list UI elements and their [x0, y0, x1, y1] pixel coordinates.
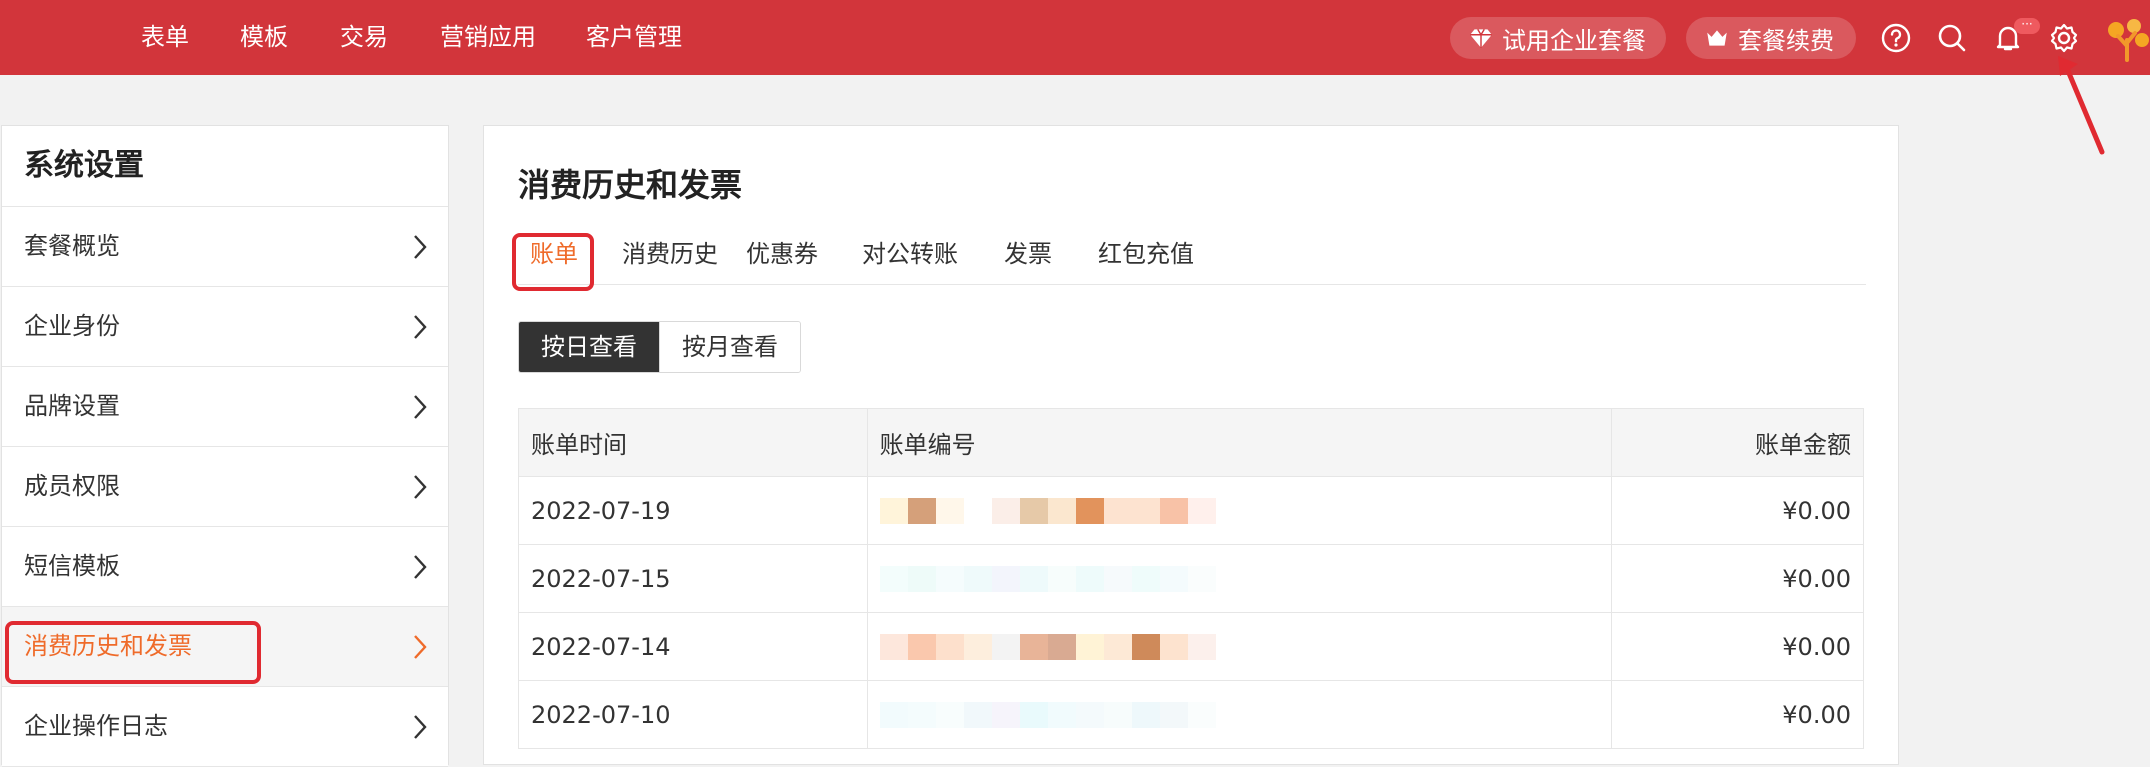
sidebar-item-label: 品牌设置	[24, 392, 120, 420]
view-by-month-button[interactable]: 按月查看	[659, 322, 800, 372]
sidebar-item-member-permissions[interactable]: 成员权限	[2, 447, 448, 527]
bill-amount: ¥0.00	[1611, 612, 1864, 681]
nav-item-customer-management[interactable]: 客户管理	[586, 0, 682, 75]
diamond-icon	[1470, 28, 1492, 48]
nav-item-templates[interactable]: 模板	[240, 0, 288, 75]
sidebar-item-operation-log[interactable]: 企业操作日志	[2, 687, 448, 767]
chevron-right-icon	[414, 395, 427, 419]
bill-number-redacted	[866, 680, 1613, 749]
sidebar-item-sms-templates[interactable]: 短信模板	[2, 527, 448, 607]
chevron-right-icon	[414, 635, 427, 659]
trial-plan-label: 试用企业套餐	[1502, 26, 1646, 55]
sidebar-item-label: 套餐概览	[24, 232, 120, 260]
table-row[interactable]: 2022-07-14 ¥0.00	[518, 612, 1864, 681]
sidebar-highlight-box	[5, 621, 261, 684]
table-row[interactable]: 2022-07-19 ¥0.00	[518, 476, 1864, 545]
bill-date: 2022-07-15	[518, 544, 868, 613]
view-by-day-button[interactable]: 按日查看	[519, 322, 659, 372]
sidebar-item-enterprise-identity[interactable]: 企业身份	[2, 287, 448, 367]
sidebar-item-plan-overview[interactable]: 套餐概览	[2, 207, 448, 287]
bill-amount: ¥0.00	[1611, 544, 1864, 613]
top-navbar: 表单 模板 交易 营销应用 客户管理 试用企业套餐 套餐续费 ···	[0, 0, 2150, 75]
sidebar-item-label: 短信模板	[24, 552, 120, 580]
arrow-icon	[2058, 56, 2105, 155]
sidebar-item-label: 企业操作日志	[24, 712, 168, 740]
avatar[interactable]	[2104, 16, 2150, 62]
nav-item-transactions[interactable]: 交易	[340, 0, 388, 75]
tab-coupons[interactable]: 优惠券	[746, 234, 818, 274]
chevron-right-icon	[414, 475, 427, 499]
billing-tabs: 账单 消费历史 优惠券 对公转账 发票 红包充值	[518, 234, 1866, 285]
bill-number-redacted	[866, 544, 1613, 613]
bill-amount: ¥0.00	[1611, 476, 1864, 545]
renew-plan-button[interactable]: 套餐续费	[1686, 17, 1856, 59]
renew-plan-label: 套餐续费	[1738, 26, 1834, 55]
notification-badge: ···	[2014, 18, 2040, 34]
tab-invoices[interactable]: 发票	[1004, 234, 1052, 274]
bill-number-redacted	[866, 476, 1613, 545]
column-header-bill-number: 账单编号	[866, 408, 1613, 477]
table-row[interactable]: 2022-07-10 ¥0.00	[518, 680, 1864, 749]
bill-date: 2022-07-10	[518, 680, 868, 749]
column-header-bill-amount: 账单金额	[1611, 408, 1864, 477]
search-icon[interactable]	[1936, 22, 1968, 54]
view-toggle: 按日查看 按月查看	[518, 321, 801, 373]
page-title: 消费历史和发票	[518, 166, 743, 204]
bill-table: 账单时间 账单编号 账单金额 2022-07-19 ¥0.00 2022-07-…	[518, 408, 1864, 749]
table-row[interactable]: 2022-07-15 ¥0.00	[518, 544, 1864, 613]
bill-date: 2022-07-14	[518, 612, 868, 681]
billing-panel: 消费历史和发票 账单 消费历史 优惠券 对公转账 发票 红包充值 按日查看 按月…	[483, 125, 1899, 765]
crown-icon	[1707, 30, 1727, 46]
sidebar-item-label: 企业身份	[24, 312, 120, 340]
tab-consumption-history[interactable]: 消费历史	[622, 234, 718, 274]
nav-item-marketing-apps[interactable]: 营销应用	[440, 0, 536, 75]
chevron-right-icon	[414, 715, 427, 739]
tab-red-packet-recharge[interactable]: 红包充值	[1098, 234, 1194, 274]
bill-date: 2022-07-19	[518, 476, 868, 545]
tab-highlight-box	[512, 233, 594, 291]
tab-corporate-transfer[interactable]: 对公转账	[862, 234, 958, 274]
sidebar-title: 系统设置	[2, 126, 448, 207]
chevron-right-icon	[414, 555, 427, 579]
help-icon[interactable]	[1880, 22, 1912, 54]
sidebar-item-brand-settings[interactable]: 品牌设置	[2, 367, 448, 447]
nav-item-forms[interactable]: 表单	[141, 0, 189, 75]
chevron-right-icon	[414, 235, 427, 259]
column-header-bill-time: 账单时间	[518, 408, 868, 477]
trial-enterprise-plan-button[interactable]: 试用企业套餐	[1450, 17, 1666, 59]
bill-number-redacted	[866, 612, 1613, 681]
chevron-right-icon	[414, 315, 427, 339]
bill-amount: ¥0.00	[1611, 680, 1864, 749]
sidebar-item-label: 成员权限	[24, 472, 120, 500]
table-header-row: 账单时间 账单编号 账单金额	[518, 408, 1864, 477]
